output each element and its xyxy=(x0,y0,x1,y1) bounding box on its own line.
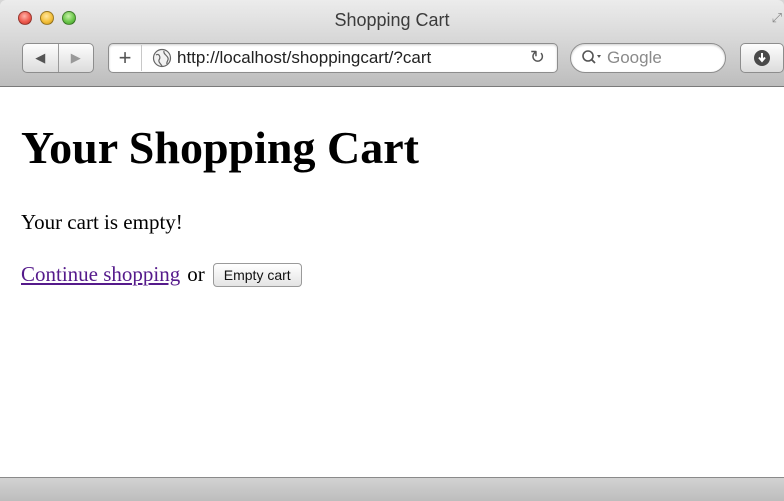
or-text: or xyxy=(187,262,205,286)
download-icon xyxy=(754,50,770,66)
globe-icon xyxy=(152,48,172,68)
address-bar[interactable]: + http://localhost/shoppingcart/?cart ↻ xyxy=(108,43,558,73)
back-button[interactable]: ◀ xyxy=(23,44,58,72)
cart-actions: Continue shopping or Empty cart xyxy=(21,262,302,287)
status-bar xyxy=(0,477,784,501)
window-title: Shopping Cart xyxy=(334,10,450,30)
back-arrow-icon: ◀ xyxy=(35,50,46,65)
forward-button[interactable]: ▶ xyxy=(57,44,94,72)
add-bookmark-button[interactable]: + xyxy=(109,45,142,71)
navigation-buttons: ◀ ▶ xyxy=(22,43,94,73)
fullscreen-icon[interactable]: ⤢ xyxy=(772,10,782,26)
search-placeholder: Google xyxy=(607,48,662,67)
downloads-button[interactable] xyxy=(740,43,784,73)
url-text[interactable]: http://localhost/shoppingcart/?cart xyxy=(177,48,497,68)
browser-window: Shopping Cart ⤢ ◀ ▶ + http://localhost/s… xyxy=(0,0,784,501)
continue-shopping-link[interactable]: Continue shopping xyxy=(21,262,180,287)
browser-toolbar: Shopping Cart ⤢ ◀ ▶ + http://localhost/s… xyxy=(0,0,784,87)
empty-cart-message: Your cart is empty! xyxy=(21,210,183,234)
page-content: Your Shopping Cart Your cart is empty! C… xyxy=(0,87,784,477)
reload-icon[interactable]: ↻ xyxy=(530,47,545,68)
forward-arrow-icon: ▶ xyxy=(70,50,81,65)
search-icon xyxy=(582,50,601,64)
empty-cart-button[interactable]: Empty cart xyxy=(212,262,302,287)
search-field[interactable]: Google xyxy=(570,43,726,73)
page-title: Your Shopping Cart xyxy=(21,122,419,173)
